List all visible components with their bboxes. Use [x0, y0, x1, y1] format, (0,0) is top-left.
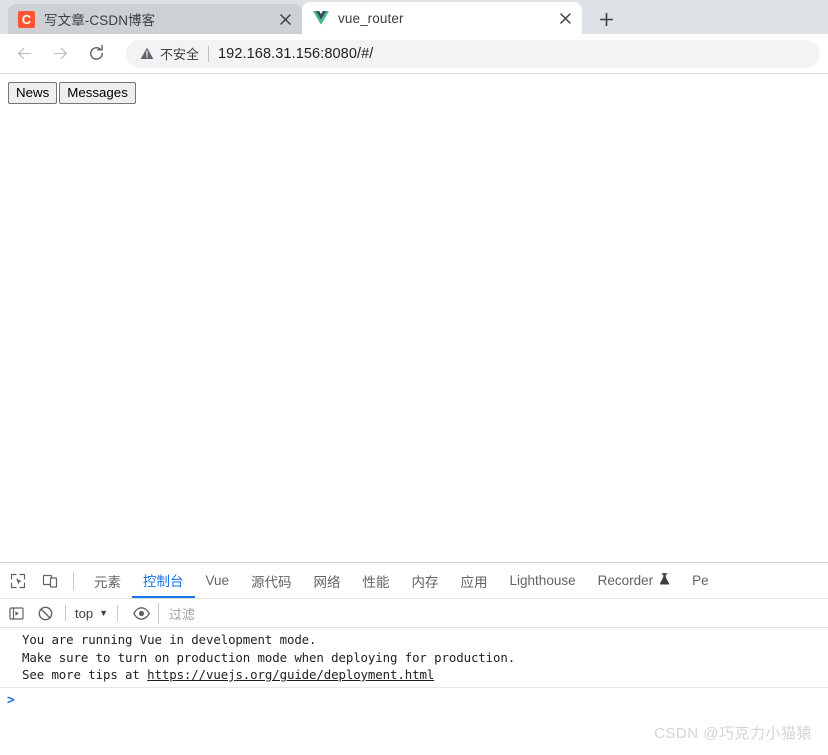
devtools-tab-label: Recorder	[597, 573, 654, 588]
security-status-text: 不安全	[160, 47, 200, 62]
browser-tab-vue-router[interactable]: vue_router	[302, 2, 582, 34]
console-message-text: See more tips at	[22, 667, 148, 682]
console-context-selector[interactable]: top ▼	[73, 606, 110, 621]
csdn-watermark: CSDN @巧克力小猫猿	[654, 725, 812, 742]
devtools-tab-label: 应用	[460, 574, 488, 590]
inspect-element-icon[interactable]	[4, 567, 32, 595]
plus-icon	[599, 12, 613, 26]
browser-window: C 写文章-CSDN博客 vue_router 不安全 192.168.31.1…	[0, 0, 828, 755]
devtools-tab-performance-insights[interactable]: Pe	[681, 563, 720, 598]
router-nav-buttons: News Messages	[8, 82, 820, 104]
arrow-left-icon	[17, 47, 31, 60]
console-message-line: See more tips at https://vuejs.org/guide…	[0, 666, 828, 684]
console-context-value: top	[75, 605, 94, 621]
console-sidebar-icon[interactable]	[3, 600, 29, 626]
reload-icon	[89, 44, 103, 60]
close-icon[interactable]	[554, 7, 576, 29]
messages-button[interactable]: Messages	[59, 82, 136, 104]
console-output: You are running Vue in development mode.…	[0, 628, 828, 711]
live-expression-eye-icon[interactable]	[128, 600, 154, 626]
tab-strip: C 写文章-CSDN博客 vue_router	[0, 0, 828, 34]
forward-button[interactable]	[44, 38, 76, 70]
devtools-tab-console[interactable]: 控制台	[132, 563, 195, 598]
devtools-toolbar-divider	[73, 571, 74, 590]
csdn-c-icon: C	[18, 10, 35, 28]
devtools-tab-label: 源代码	[251, 574, 292, 590]
back-button[interactable]	[8, 38, 40, 70]
arrow-right-icon	[53, 47, 67, 60]
devtools-tab-lighthouse[interactable]: Lighthouse	[499, 563, 587, 598]
clear-console-icon[interactable]	[32, 600, 58, 626]
devtools-tab-label: Vue	[205, 573, 230, 588]
console-message-line: You are running Vue in development mode.	[22, 632, 317, 647]
vue-logo-icon	[312, 10, 329, 27]
omnibox-separator	[208, 45, 210, 62]
devtools-tab-label: 网络	[313, 574, 341, 590]
devtools-tab-bar: 元素 控制台 Vue 源代码 网络 性能 内存 应用 Lighthouse Re…	[0, 563, 828, 599]
devtools-tab-label: 控制台	[143, 573, 184, 589]
devtools-tab-label: Pe	[692, 573, 709, 588]
console-filter-input[interactable]: 过滤	[158, 602, 828, 624]
device-toolbar-icon[interactable]	[36, 567, 64, 595]
reload-button[interactable]	[80, 38, 112, 70]
warning-triangle-icon	[140, 47, 154, 60]
browser-toolbar: 不安全 192.168.31.156:8080/#/	[0, 34, 828, 74]
tab-title: vue_router	[338, 10, 404, 26]
devtools-tab-memory[interactable]: 内存	[401, 563, 450, 598]
close-icon[interactable]	[274, 8, 296, 30]
devtools-tab-network[interactable]: 网络	[303, 563, 352, 598]
deployment-docs-link[interactable]: https://vuejs.org/guide/deployment.html	[147, 667, 434, 682]
devtools-tab-vue[interactable]: Vue	[195, 563, 241, 598]
console-message-line: Make sure to turn on production mode whe…	[22, 649, 516, 665]
devtools-tab-sources[interactable]: 源代码	[240, 563, 303, 598]
page-viewport: News Messages	[0, 74, 828, 561]
console-toolbar: top ▼ 过滤	[0, 599, 828, 628]
devtools-tab-label: 性能	[362, 574, 390, 590]
devtools-tab-elements[interactable]: 元素	[83, 563, 132, 598]
devtools-tab-label: 元素	[94, 574, 121, 590]
console-input-prompt[interactable]: >	[0, 691, 828, 711]
devtools-tab-label: Lighthouse	[509, 573, 576, 588]
devtools-tab-recorder[interactable]: Recorder	[587, 563, 682, 598]
news-button[interactable]: News	[8, 82, 58, 104]
chevron-down-icon: ▼	[99, 608, 108, 618]
console-toolbar-divider	[65, 605, 66, 621]
new-tab-button[interactable]	[584, 4, 628, 34]
url-text: 192.168.31.156:8080/#/	[218, 45, 374, 62]
devtools-tab-application[interactable]: 应用	[450, 563, 499, 598]
prompt-chevron-icon: >	[7, 693, 15, 708]
console-message-group: You are running Vue in development mode.…	[0, 631, 828, 688]
browser-tab-csdn[interactable]: C 写文章-CSDN博客	[8, 4, 302, 34]
console-toolbar-divider	[117, 605, 118, 621]
devtools-tab-performance[interactable]: 性能	[352, 563, 401, 598]
address-bar[interactable]: 不安全 192.168.31.156:8080/#/	[126, 39, 820, 68]
tab-title: 写文章-CSDN博客	[44, 13, 156, 28]
console-filter-placeholder: 过滤	[169, 606, 196, 622]
experiment-flask-icon	[659, 573, 670, 588]
devtools-tab-label: 内存	[411, 574, 439, 590]
